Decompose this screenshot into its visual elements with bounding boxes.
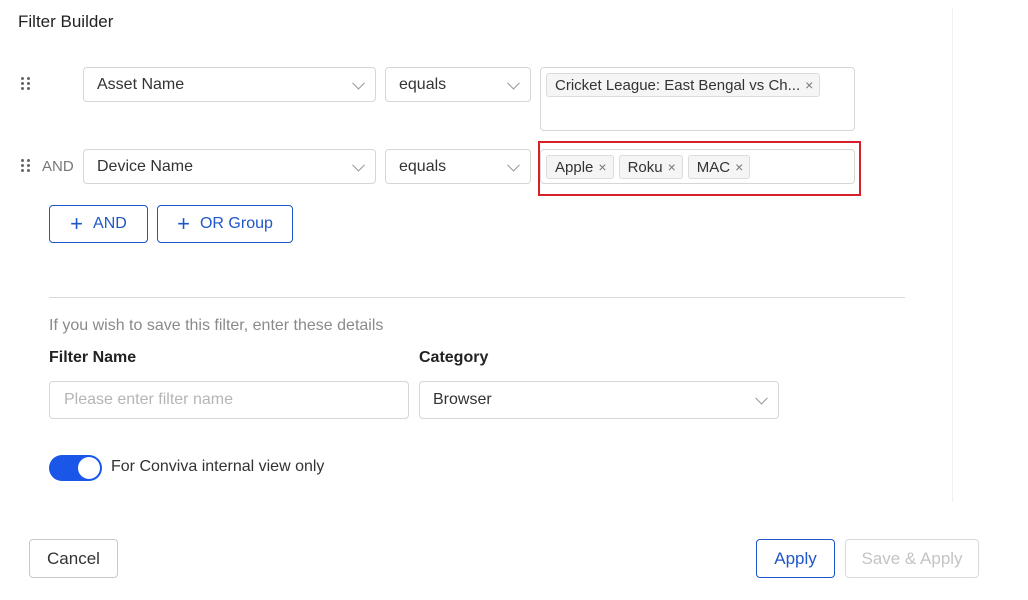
row-2-drag-handle-icon[interactable]: [21, 159, 31, 173]
remove-tag-icon[interactable]: ×: [805, 78, 813, 92]
add-and-button[interactable]: + AND: [49, 205, 148, 243]
chevron-down-icon: [507, 158, 520, 172]
plus-icon: +: [70, 211, 84, 236]
category-value: Browser: [433, 391, 492, 408]
cancel-button[interactable]: Cancel: [29, 539, 118, 578]
value-tag: Cricket League: East Bengal vs Ch... ×: [546, 73, 821, 97]
row-1-field-value: Asset Name: [97, 75, 185, 93]
row-1-operator-select[interactable]: equals: [385, 67, 531, 102]
filter-name-label: Filter Name: [49, 349, 137, 366]
apply-button[interactable]: Apply: [756, 539, 835, 578]
row-1-operator-value: equals: [399, 75, 447, 93]
plus-icon: +: [177, 211, 190, 236]
row-2-operator-value: equals: [399, 157, 447, 175]
chevron-down-icon: [352, 76, 365, 90]
chevron-down-icon: [507, 76, 520, 90]
save-and-apply-button[interactable]: Save & Apply: [845, 539, 979, 578]
chevron-down-icon: [755, 391, 768, 405]
value-tag-label: Cricket League: East Bengal vs Ch...: [555, 76, 801, 94]
panel-divider: [952, 8, 953, 502]
row-2-connector-label: AND: [42, 158, 74, 175]
add-and-label: AND: [93, 215, 127, 232]
dialog-title: Filter Builder: [18, 12, 114, 31]
add-or-group-label: OR Group: [199, 215, 273, 232]
row-2-operator-select[interactable]: equals: [385, 149, 531, 184]
category-label: Category: [419, 349, 489, 366]
save-hint: If you wish to save this filter, enter t…: [49, 317, 384, 334]
selection-highlight: [538, 141, 861, 196]
filter-name-input[interactable]: [49, 381, 409, 419]
category-select[interactable]: Browser: [419, 381, 779, 419]
row-2-field-select[interactable]: Device Name: [83, 149, 376, 184]
internal-view-toggle[interactable]: [49, 455, 102, 481]
row-1-field-select[interactable]: Asset Name: [83, 67, 376, 102]
section-divider: [49, 297, 905, 298]
row-1-drag-handle-icon[interactable]: [21, 77, 31, 91]
row-2-field-value: Device Name: [97, 157, 194, 175]
row-1-values-input[interactable]: Cricket League: East Bengal vs Ch... ×: [540, 67, 855, 131]
add-or-group-button[interactable]: + OR Group: [157, 205, 293, 243]
toggle-knob: [78, 457, 100, 479]
chevron-down-icon: [352, 158, 365, 172]
internal-view-label: For Conviva internal view only: [111, 458, 325, 475]
filter-builder-dialog: Filter Builder Asset Name equals Cricket…: [0, 0, 1028, 600]
